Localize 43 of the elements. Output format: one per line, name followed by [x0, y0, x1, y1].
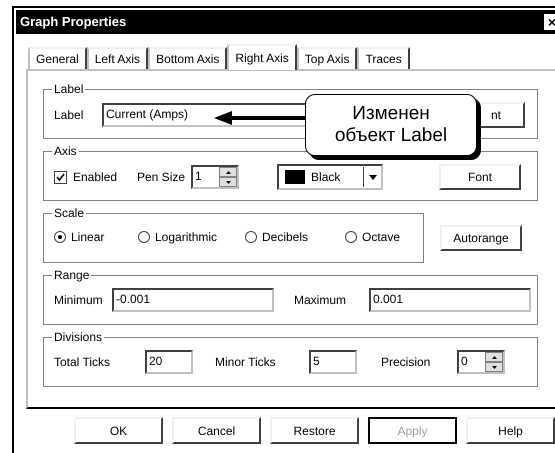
input-field[interactable]: 5	[309, 350, 357, 374]
autorange-button[interactable]: Autorange	[440, 225, 522, 251]
checkbox-label: Enabled	[73, 169, 118, 186]
tab[interactable]: Traces	[357, 47, 410, 69]
checkbox[interactable]	[54, 170, 67, 184]
tab[interactable]: Left Axis	[86, 47, 148, 69]
radio-button[interactable]	[54, 231, 66, 243]
tab[interactable]: General	[28, 47, 87, 69]
dialog-button[interactable]: OK	[74, 417, 163, 444]
field-label: Label	[54, 107, 84, 124]
input-field[interactable]: 20	[145, 350, 193, 374]
radio-button[interactable]	[138, 231, 150, 243]
field-label: Minimum	[54, 292, 104, 309]
spin-up-icon[interactable]	[226, 170, 231, 174]
field-label: Maximum	[294, 292, 348, 309]
field-label: Pen Size	[137, 169, 186, 186]
tab[interactable]: Bottom Axis	[148, 47, 228, 69]
window-title: Graph Properties	[20, 13, 126, 32]
radio-label: Decibels	[262, 229, 308, 246]
field-label: Precision	[381, 354, 432, 371]
radio-label: Linear	[71, 229, 104, 246]
dialog-button[interactable]: Restore	[270, 417, 359, 444]
tab[interactable]: Top Axis	[296, 47, 358, 69]
tab[interactable]: Right Axis	[227, 44, 297, 70]
spin-down-icon[interactable]	[226, 180, 231, 184]
radio-label: Logarithmic	[155, 229, 218, 246]
field-label: Total Ticks	[54, 354, 112, 371]
input-field[interactable]: 0.001	[369, 288, 531, 312]
spin-down-icon[interactable]	[492, 366, 496, 368]
check-icon	[56, 172, 65, 182]
color-dropdown[interactable]: Black	[277, 164, 384, 190]
radio-button[interactable]	[245, 231, 257, 243]
radio-label: Octave	[362, 229, 400, 246]
input-field[interactable]: -0.001	[112, 288, 274, 312]
radio-button[interactable]	[345, 231, 357, 243]
field-label: Minor Ticks	[215, 354, 277, 371]
font-button[interactable]: Font	[439, 164, 521, 190]
dropdown-arrow-icon[interactable]	[368, 174, 377, 180]
spin-up-icon[interactable]	[492, 356, 496, 358]
spin-field[interactable]: 0	[457, 350, 505, 374]
dialog-button[interactable]: Help	[466, 417, 555, 444]
dialog-button[interactable]: Cancel	[172, 417, 261, 444]
spin-field[interactable]: 1	[191, 165, 240, 189]
